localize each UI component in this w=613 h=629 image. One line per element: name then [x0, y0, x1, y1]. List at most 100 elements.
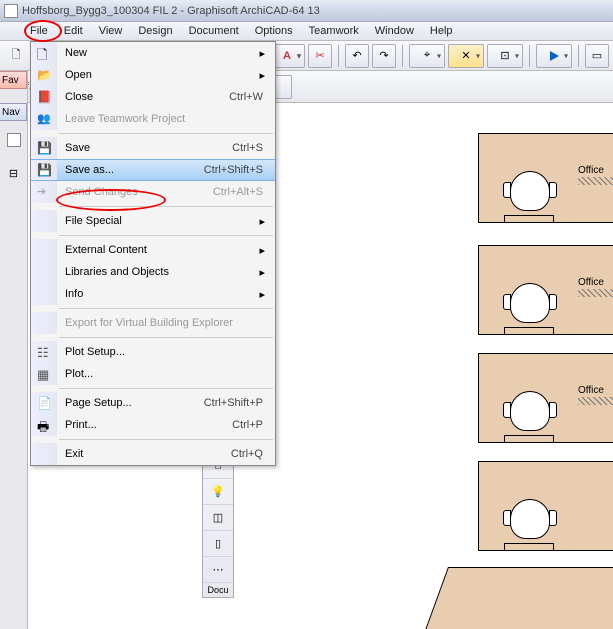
separator: [402, 45, 403, 67]
menu-label: Save as...: [65, 164, 204, 176]
favorites-tab[interactable]: Fav: [0, 71, 27, 89]
undo-button[interactable]: ↶: [345, 44, 369, 68]
menu-options[interactable]: Options: [247, 24, 301, 38]
hatch-icon: [578, 289, 613, 297]
separator: [338, 45, 339, 67]
menu-label: Export for Virtual Building Explorer: [65, 317, 269, 329]
menu-shortcut: Ctrl+P: [232, 419, 269, 431]
menu-help[interactable]: Help: [422, 24, 461, 38]
menu-divider: [59, 133, 273, 134]
teamwork-icon: 👥: [37, 112, 51, 126]
menu-label: Info: [65, 288, 259, 300]
marker-button[interactable]: ✂: [308, 44, 332, 68]
menu-item-new[interactable]: New ▸: [31, 42, 275, 64]
menu-item-external-content[interactable]: External Content ▸: [31, 239, 275, 261]
new-doc-button[interactable]: 🗋: [4, 44, 28, 68]
room-5: [423, 567, 613, 629]
app-icon: [4, 4, 18, 18]
menu-view[interactable]: View: [91, 24, 131, 38]
navigator-icon[interactable]: [7, 133, 21, 147]
menu-shortcut: Ctrl+Shift+P: [204, 397, 269, 409]
navigator-tab[interactable]: Nav: [0, 103, 27, 121]
tree-expand-icon[interactable]: ⊟: [0, 167, 27, 180]
doc-icon: [4, 24, 18, 38]
lamp-tool[interactable]: 💡: [203, 479, 233, 505]
more-tool[interactable]: ⋯: [203, 557, 233, 583]
menu-divider: [59, 206, 273, 207]
menu-label: Close: [65, 91, 229, 103]
play-button[interactable]: [536, 44, 572, 68]
menu-document[interactable]: Document: [181, 24, 247, 38]
menu-label: Send Changes: [65, 186, 213, 198]
zoom-tool-button[interactable]: ⌖: [409, 44, 445, 68]
trace-button[interactable]: ⊡: [487, 44, 523, 68]
menu-file[interactable]: File: [22, 24, 56, 38]
menu-item-info[interactable]: Info ▸: [31, 283, 275, 305]
door-tool[interactable]: ▯: [203, 531, 233, 557]
menu-item-plot[interactable]: Plot...: [31, 363, 275, 385]
menu-label: Print...: [65, 419, 232, 431]
menu-item-exit[interactable]: Exit Ctrl+Q: [31, 443, 275, 465]
menu-item-close[interactable]: Close Ctrl+W: [31, 86, 275, 108]
send-icon: ➔: [37, 185, 51, 199]
separator: [578, 45, 579, 67]
desk-icon: [504, 215, 554, 223]
crosshair-button[interactable]: ✕: [448, 44, 484, 68]
tool-button[interactable]: ▭: [585, 44, 609, 68]
menu-item-print[interactable]: Print... Ctrl+P: [31, 414, 275, 436]
menu-item-leave-teamwork: 👥 Leave Teamwork Project: [31, 108, 275, 130]
redo-button[interactable]: ↷: [372, 44, 396, 68]
menu-label: File Special: [65, 215, 259, 227]
print-icon: [37, 418, 51, 432]
submenu-arrow-icon: ▸: [259, 244, 269, 257]
menu-edit[interactable]: Edit: [56, 24, 91, 38]
menu-item-save-as[interactable]: Save as... Ctrl+Shift+S: [31, 159, 275, 181]
menu-item-save[interactable]: Save Ctrl+S: [31, 137, 275, 159]
menu-item-plot-setup[interactable]: Plot Setup...: [31, 341, 275, 363]
submenu-arrow-icon: ▸: [259, 215, 269, 228]
menu-window[interactable]: Window: [367, 24, 422, 38]
room-label: Office: [578, 385, 604, 396]
file-menu-dropdown: New ▸ Open ▸ Close Ctrl+W 👥 Leave Teamwo…: [30, 41, 276, 466]
menu-label: Libraries and Objects: [65, 266, 259, 278]
menu-teamwork[interactable]: Teamwork: [301, 24, 367, 38]
desk-icon: [504, 327, 554, 335]
separator: [529, 45, 530, 67]
chair-icon: [510, 391, 550, 431]
menu-shortcut: Ctrl+Alt+S: [213, 186, 269, 198]
menu-shortcut: Ctrl+Shift+S: [204, 164, 269, 176]
menu-label: Plot Setup...: [65, 346, 269, 358]
menu-item-file-special[interactable]: File Special ▸: [31, 210, 275, 232]
new-icon: [37, 46, 51, 60]
menu-item-send-changes: ➔ Send Changes Ctrl+Alt+S: [31, 181, 275, 203]
close-icon: [37, 90, 51, 104]
menu-divider: [59, 308, 273, 309]
menu-item-open[interactable]: Open ▸: [31, 64, 275, 86]
menu-bar: File Edit View Design Document Options T…: [0, 22, 613, 41]
chair-icon: [510, 171, 550, 211]
menu-shortcut: Ctrl+W: [229, 91, 269, 103]
submenu-arrow-icon: ▸: [259, 47, 269, 60]
menu-label: Exit: [65, 448, 231, 460]
menu-label: New: [65, 47, 259, 59]
chair-icon: [510, 499, 550, 539]
menu-label: Open: [65, 69, 259, 81]
title-bar: Hoffsborg_Bygg3_100304 FIL 2 - Graphisof…: [0, 0, 613, 22]
menu-label: Leave Teamwork Project: [65, 113, 269, 125]
submenu-arrow-icon: ▸: [259, 266, 269, 279]
chair-icon: [510, 283, 550, 323]
menu-item-libraries[interactable]: Libraries and Objects ▸: [31, 261, 275, 283]
save-icon: [37, 141, 51, 155]
window-title: Hoffsborg_Bygg3_100304 FIL 2 - Graphisof…: [22, 5, 320, 17]
menu-label: Plot...: [65, 368, 269, 380]
open-icon: [37, 68, 51, 82]
menu-item-export-vbe: Export for Virtual Building Explorer: [31, 312, 275, 334]
menu-label: External Content: [65, 244, 259, 256]
section-tool[interactable]: ◫: [203, 505, 233, 531]
toolbox-label: Docu: [203, 583, 233, 597]
hatch-icon: [578, 177, 613, 185]
save-as-icon: [37, 163, 51, 177]
menu-item-page-setup[interactable]: Page Setup... Ctrl+Shift+P: [31, 392, 275, 414]
menu-design[interactable]: Design: [130, 24, 180, 38]
menu-divider: [59, 235, 273, 236]
